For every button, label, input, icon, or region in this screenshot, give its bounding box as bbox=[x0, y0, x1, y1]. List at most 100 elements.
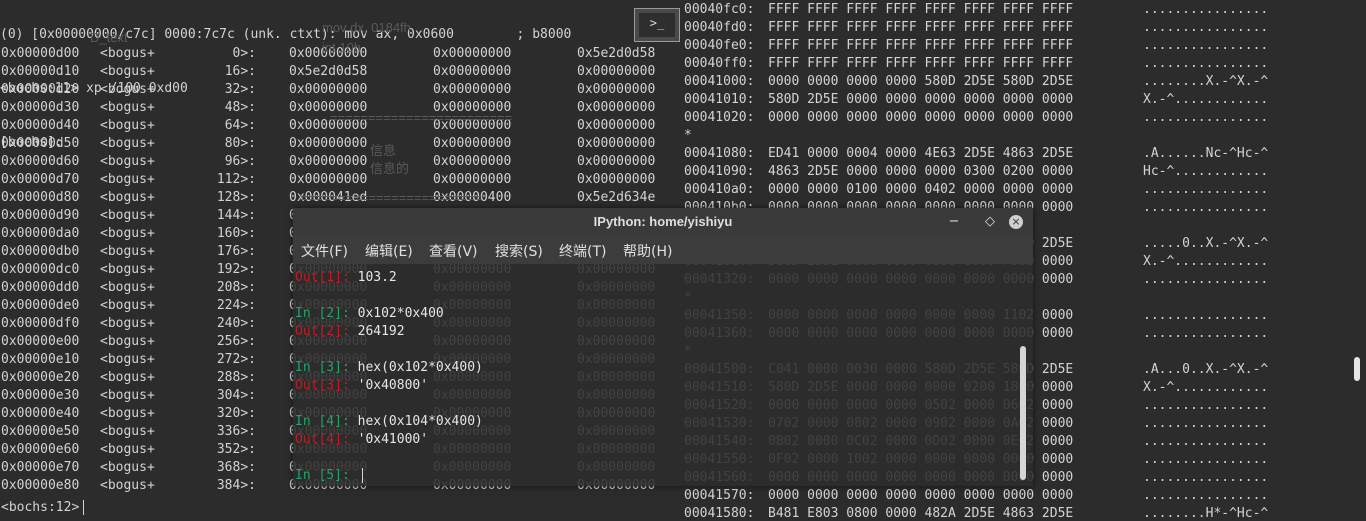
menu-item[interactable]: 编辑(E) bbox=[365, 241, 413, 261]
row-address: 0x00000dd0 bbox=[1, 280, 80, 295]
hex-ascii: ........X.-^X.-^ bbox=[1143, 74, 1269, 89]
row-offset: 64>: bbox=[224, 118, 256, 133]
row-value: 0x00000000 bbox=[433, 46, 512, 61]
ghost-text: mov dx, 0184fh bbox=[322, 20, 411, 35]
row-label: <bogus+ bbox=[100, 460, 155, 475]
in-prompt: In [3]: bbox=[295, 360, 350, 375]
input-code: hex(0x102*0x400) bbox=[357, 360, 483, 375]
bochs-prompt[interactable]: <bochs:12> bbox=[1, 499, 85, 517]
row-label: <bogus+ bbox=[100, 46, 155, 61]
row-label: <bogus+ bbox=[100, 424, 155, 439]
row-value: 0x00000000 bbox=[433, 64, 512, 79]
text-cursor bbox=[83, 500, 85, 515]
hex-ascii: ................ bbox=[1143, 488, 1269, 503]
menu-item[interactable]: 查看(V) bbox=[429, 241, 478, 261]
memory-row: 0x00000d70 <bogus+ 112>: 0x00000000 0x000000… bbox=[0, 171, 684, 189]
row-offset: 256>: bbox=[216, 334, 256, 349]
hex-ascii: ................ bbox=[1143, 326, 1269, 341]
hex-bytes: FFFF FFFF FFFF FFFF FFFF FFFF FFFF FFFF bbox=[768, 20, 1074, 35]
row-address: 0x00000d10 bbox=[1, 64, 80, 79]
hex-bytes: 0000 0000 0000 0000 580D 2D5E 580D 2D5E bbox=[768, 74, 1074, 89]
row-address: 0x00000d20 bbox=[1, 82, 80, 97]
ghost-text: ======================== bbox=[330, 110, 513, 125]
ipython-window[interactable]: IPython: home/yishiyu − ◇ × 文件(F) 编辑(E) 查看… bbox=[293, 208, 1033, 486]
input-code: 0x102*0x400 bbox=[357, 306, 444, 321]
hex-ascii: ................ bbox=[1143, 182, 1269, 197]
row-value: 0x00000000 bbox=[433, 136, 512, 151]
ghost-text: ======================== bbox=[300, 190, 483, 205]
hex-address: 00041020: bbox=[684, 110, 755, 125]
input-line[interactable]: In [3]: hex(0x102*0x400) bbox=[295, 359, 483, 377]
row-label: <bogus+ bbox=[100, 190, 155, 205]
row-address: 0x00000e00 bbox=[1, 334, 80, 349]
disasm-line: (0) [0x00000000/c7c] 0000:7c7c (unk. ctx… bbox=[0, 27, 572, 42]
row-offset: 272>: bbox=[216, 352, 256, 367]
menu-item[interactable]: 终端(T) bbox=[559, 241, 606, 261]
row-value: 0x00000000 bbox=[577, 172, 656, 187]
row-address: 0x00000e60 bbox=[1, 442, 80, 457]
window-title: IPython: home/yishiyu bbox=[593, 214, 733, 229]
row-label: <bogus+ bbox=[100, 226, 155, 241]
hex-ascii: ................ bbox=[1143, 20, 1269, 35]
hex-ascii: .A......Nc-^Hc-^ bbox=[1143, 146, 1269, 161]
row-address: 0x00000d50 bbox=[1, 136, 80, 151]
out-prompt: Out[2]: bbox=[295, 324, 350, 339]
row-offset: 288>: bbox=[216, 370, 256, 385]
row-value: 0x00000000 bbox=[577, 100, 656, 115]
hex-address: 00041080: bbox=[684, 146, 755, 161]
hex-bytes: 4863 2D5E 0000 0000 0000 0300 0200 0000 bbox=[768, 164, 1074, 179]
minimize-button[interactable]: − bbox=[945, 213, 963, 231]
row-offset: 160>: bbox=[216, 226, 256, 241]
out-prompt: Out[3]: bbox=[295, 378, 350, 393]
hex-ascii: ................ bbox=[1143, 452, 1269, 467]
close-button[interactable]: × bbox=[1009, 215, 1023, 229]
hex-address: 00041090: bbox=[684, 164, 755, 179]
row-label: <bogus+ bbox=[100, 100, 155, 115]
ipython-console[interactable]: Out[1]: 103.2 In [2]: 0x102*0x400 Out[2]: … bbox=[293, 264, 1033, 486]
memory-row: 0x00000d60 <bogus+ 96>: 0x00000000 0x0000000… bbox=[0, 153, 684, 171]
row-value: 0x00000000 bbox=[433, 172, 512, 187]
row-offset: 128>: bbox=[216, 190, 256, 205]
row-address: 0x00000e20 bbox=[1, 370, 80, 385]
row-offset: 304>: bbox=[216, 388, 256, 403]
window-title-bar[interactable]: IPython: home/yishiyu bbox=[293, 208, 1033, 236]
row-address: 0x00000dc0 bbox=[1, 262, 80, 277]
ghost-text: D_text bbox=[90, 30, 128, 45]
menu-item[interactable]: 搜索(S) bbox=[495, 241, 543, 261]
hex-address: 00040fc0: bbox=[684, 2, 755, 17]
in-prompt: In [4]: bbox=[295, 414, 350, 429]
menu-item[interactable]: 文件(F) bbox=[301, 241, 348, 261]
row-label: <bogus+ bbox=[100, 334, 155, 349]
hex-bytes: 580D 2D5E 0000 0000 0000 0000 0000 0000 bbox=[768, 92, 1074, 107]
hex-bytes: 0000 0000 0000 0000 0000 0000 0000 0000 bbox=[768, 110, 1074, 125]
hex-ascii: ................ bbox=[1143, 398, 1269, 413]
row-offset: 336>: bbox=[216, 424, 256, 439]
row-label: <bogus+ bbox=[100, 478, 155, 493]
out-prompt: Out[1]: bbox=[295, 270, 350, 285]
ghost-text: 信息的 bbox=[370, 161, 410, 176]
hex-ascii: ................ bbox=[1143, 200, 1269, 215]
maximize-button[interactable]: ◇ bbox=[981, 213, 999, 231]
row-value: 0x00000000 bbox=[289, 154, 368, 169]
row-value: 0x00000000 bbox=[577, 154, 656, 169]
hex-ascii: Hc-^............ bbox=[1143, 164, 1269, 179]
input-line[interactable]: In [2]: 0x102*0x400 bbox=[295, 305, 444, 323]
hex-ascii: ................ bbox=[1143, 2, 1269, 17]
row-label: <bogus+ bbox=[100, 352, 155, 367]
output-line: Out[1]: 103.2 bbox=[295, 269, 397, 287]
row-label: <bogus+ bbox=[100, 370, 155, 385]
row-value: 0x00000000 bbox=[577, 64, 656, 79]
row-offset: 144>: bbox=[216, 208, 256, 223]
scrollbar-thumb[interactable] bbox=[1354, 357, 1360, 381]
row-value: 0x00000000 bbox=[433, 154, 512, 169]
input-line[interactable]: In [4]: hex(0x104*0x400) bbox=[295, 413, 483, 431]
row-address: 0x00000d90 bbox=[1, 208, 80, 223]
input-line[interactable]: In [5]: bbox=[295, 467, 363, 485]
scrollbar-thumb[interactable] bbox=[1020, 346, 1026, 480]
row-address: 0x00000e10 bbox=[1, 352, 80, 367]
row-offset: 192>: bbox=[216, 262, 256, 277]
row-value: 0x00000000 bbox=[289, 82, 368, 97]
out-prompt: Out[4]: bbox=[295, 432, 350, 447]
row-offset: 208>: bbox=[216, 280, 256, 295]
menu-item[interactable]: 帮助(H) bbox=[623, 241, 672, 261]
